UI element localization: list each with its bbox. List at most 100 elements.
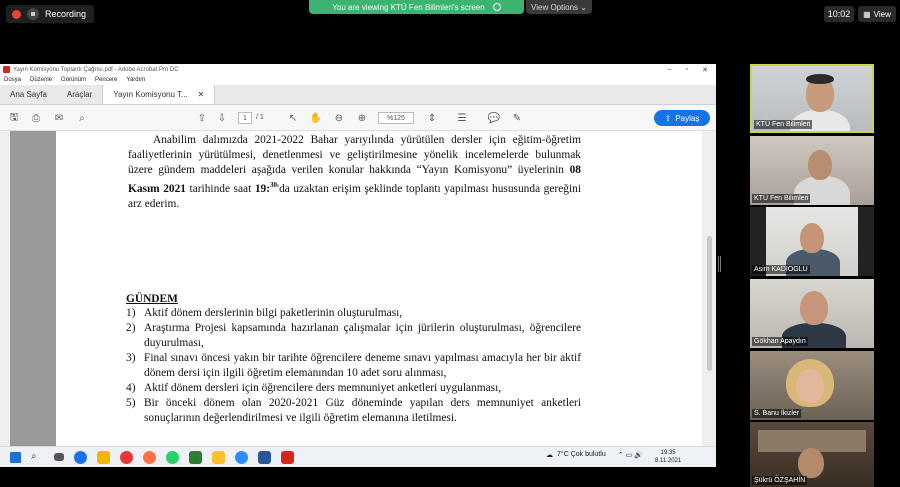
intro-paragraph: Anabilim dalımızda 2021-2022 Bahar yarıy… — [128, 133, 581, 212]
pdf-page: Anabilim dalımızda 2021-2022 Bahar yarıy… — [56, 131, 704, 446]
email-icon[interactable]: ✉ — [53, 112, 65, 124]
banner-indicator-icon — [492, 3, 501, 11]
zoom-in-icon[interactable]: ⊕ — [356, 112, 368, 124]
acrobat-toolbar: 🖫 ⎙ ✉ ⌕ ⇧ ⇩ 1 / 1 ↖ ✋ ⊖ ⊕ %125 ⇕ ☰ 💬 ✎ ⇪… — [0, 105, 716, 131]
page-number-input[interactable]: 1 — [238, 112, 252, 124]
firefox-icon[interactable] — [143, 450, 156, 464]
taskbar-clock[interactable]: 19:35 8.11.2021 — [655, 449, 681, 465]
menu-pencere[interactable]: Pencere — [95, 77, 117, 83]
highlight-icon[interactable]: ✎ — [511, 112, 523, 124]
participant-tile[interactable]: Asim KADIOGLU — [750, 207, 874, 276]
agenda-item-text: Aktif dönem dersleri için öğrencilere de… — [144, 382, 502, 394]
pdf-icon — [3, 66, 10, 73]
para-text-a: Anabilim dalımızda 2021-2022 Bahar yarıy… — [128, 134, 581, 176]
agenda-heading: GÜNDEM — [126, 293, 178, 305]
page-up-icon[interactable]: ⇧ — [196, 112, 208, 124]
whatsapp-icon[interactable] — [166, 450, 179, 464]
tray-icons[interactable]: ⌃ ▭ 🔊 — [618, 451, 643, 459]
weather-widget[interactable]: ☁ 7°C Çok bulutlu ⌃ ▭ 🔊 — [546, 451, 643, 459]
taskbar-search-icon[interactable]: ⌕ — [31, 451, 44, 464]
recording-label: Recording — [45, 9, 87, 19]
participant-tile[interactable]: Şükrü ÖZŞAHİN — [750, 422, 874, 487]
task-view-icon[interactable] — [54, 453, 64, 461]
scroll-mode-icon[interactable]: ☰ — [456, 112, 468, 124]
agenda-item-number: 5) — [126, 397, 136, 409]
weather-text: 7°C Çok bulutlu — [557, 451, 606, 458]
acrobat-app-icon[interactable] — [281, 450, 294, 464]
recording-indicator[interactable]: Recording — [6, 5, 95, 23]
agenda-item-text: Aktif dönem derslerinin bilgi paketlerin… — [144, 307, 403, 319]
agenda-item-text: Araştırma Projesi kapsamında hazırlanan … — [144, 322, 581, 349]
windows-taskbar: ⌕ ☁ 7°C Çok bulutlu ⌃ ▭ 🔊 19:35 8.11.202… — [0, 446, 716, 467]
scrollbar-thumb[interactable] — [707, 236, 712, 371]
folder-icon[interactable] — [212, 450, 225, 464]
participant-tile[interactable]: KTÜ Fen Bilimleri — [750, 64, 874, 133]
agenda-item: 4) Aktif dönem dersleri için öğrencilere … — [126, 381, 581, 396]
share-button[interactable]: ⇪ Paylaş — [654, 110, 710, 126]
acrobat-menubar: Dosya Düzenle Görünüm Pencere Yardım — [0, 75, 716, 85]
comment-icon[interactable]: 💬 — [488, 112, 500, 124]
minimize-icon[interactable]: – — [668, 66, 672, 74]
zoom-app-icon[interactable] — [235, 450, 248, 464]
panel-resize-handle[interactable] — [718, 256, 721, 272]
close-icon[interactable]: ✕ — [702, 66, 708, 74]
participant-tile[interactable]: S. Banu İkizler — [750, 351, 874, 420]
taskbar-time: 19:35 — [660, 450, 676, 456]
vertical-scrollbar[interactable] — [702, 131, 716, 446]
agenda-item: 3) Final sınavı öncesi yakın bir tarihte … — [126, 351, 581, 381]
tab-close-icon[interactable]: ✕ — [198, 90, 205, 99]
left-panel-toggle[interactable] — [0, 131, 10, 446]
window-title: Yayın Komisyonu Toplantı Çağrısı.pdf - A… — [13, 66, 179, 73]
meeting-time-minutes: 30 — [270, 181, 278, 189]
excel-icon[interactable] — [189, 450, 202, 464]
participant-tile[interactable]: KTÜ Fen Bilimleri — [750, 136, 874, 205]
agenda-item: 5) Bir önceki dönem olan 2020-2021 Güz dö… — [126, 396, 581, 426]
pause-recording-icon[interactable] — [27, 8, 39, 20]
participant-name: KTÜ Fen Bilimleri — [754, 120, 813, 129]
participant-name: KTÜ Fen Bilimleri — [752, 194, 811, 203]
tab-araclar[interactable]: Araçlar — [57, 85, 102, 104]
acrobat-tabbar: Ana Sayfa Araçlar Yayın Komisyonu T... ✕ — [0, 85, 716, 105]
chrome-icon[interactable] — [74, 450, 87, 464]
hand-tool-icon[interactable]: ✋ — [310, 112, 322, 124]
agenda-item-text: Bir önceki dönem olan 2020-2021 Güz döne… — [144, 397, 581, 424]
start-icon[interactable] — [10, 451, 21, 463]
fit-page-icon[interactable]: ⇕ — [426, 112, 438, 124]
agenda-item-number: 1) — [126, 307, 136, 319]
share-label: Paylaş — [675, 113, 700, 123]
view-options-button[interactable]: View Options ⌄ — [526, 0, 592, 14]
search-icon[interactable]: ⌕ — [76, 112, 88, 124]
page-down-icon[interactable]: ⇩ — [216, 112, 228, 124]
menu-yardim[interactable]: Yardım — [126, 77, 145, 83]
para-text-b: tarihinde saat — [185, 182, 255, 195]
zoom-out-icon[interactable]: ⊖ — [333, 112, 345, 124]
cloud-icon: ☁ — [546, 452, 553, 459]
menu-dosya[interactable]: Dosya — [4, 77, 21, 83]
agenda-item: 1) Aktif dönem derslerinin bilgi paketler… — [126, 306, 581, 321]
agenda-list: 1) Aktif dönem derslerinin bilgi paketler… — [126, 306, 581, 426]
participant-tile[interactable]: Gökhan Apaydın — [750, 279, 874, 348]
tab-ana-sayfa[interactable]: Ana Sayfa — [0, 85, 57, 104]
page-total: / 1 — [256, 114, 264, 121]
viewing-banner: You are viewing KTÜ Fen Bilimleri's scre… — [309, 0, 524, 14]
menu-duzenle[interactable]: Düzenle — [30, 77, 52, 83]
menu-gorunum[interactable]: Görünüm — [61, 77, 86, 83]
taskbar-date: 8.11.2021 — [655, 458, 682, 464]
participant-name: Şükrü ÖZŞAHİN — [752, 476, 808, 485]
file-explorer-icon[interactable] — [97, 450, 110, 464]
maximize-icon[interactable]: ▫ — [686, 66, 688, 74]
zoom-level-select[interactable]: %125 — [378, 112, 414, 124]
opera-icon[interactable] — [120, 450, 133, 464]
viewing-banner-text: You are viewing KTÜ Fen Bilimleri's scre… — [332, 2, 485, 12]
participant-name: Asim KADIOGLU — [752, 265, 810, 274]
save-icon[interactable]: 🖫 — [8, 112, 20, 124]
participant-name: Gökhan Apaydın — [752, 337, 808, 346]
print-icon[interactable]: ⎙ — [30, 112, 42, 124]
share-icon: ⇪ — [664, 113, 672, 123]
agenda-item-number: 4) — [126, 382, 136, 394]
select-tool-icon[interactable]: ↖ — [287, 112, 299, 124]
shared-screen: Yayın Komisyonu Toplantı Çağrısı.pdf - A… — [0, 64, 716, 467]
tab-document[interactable]: Yayın Komisyonu T... ✕ — [102, 85, 216, 104]
view-button[interactable]: ▦ View — [858, 6, 896, 22]
word-icon[interactable] — [258, 450, 271, 464]
